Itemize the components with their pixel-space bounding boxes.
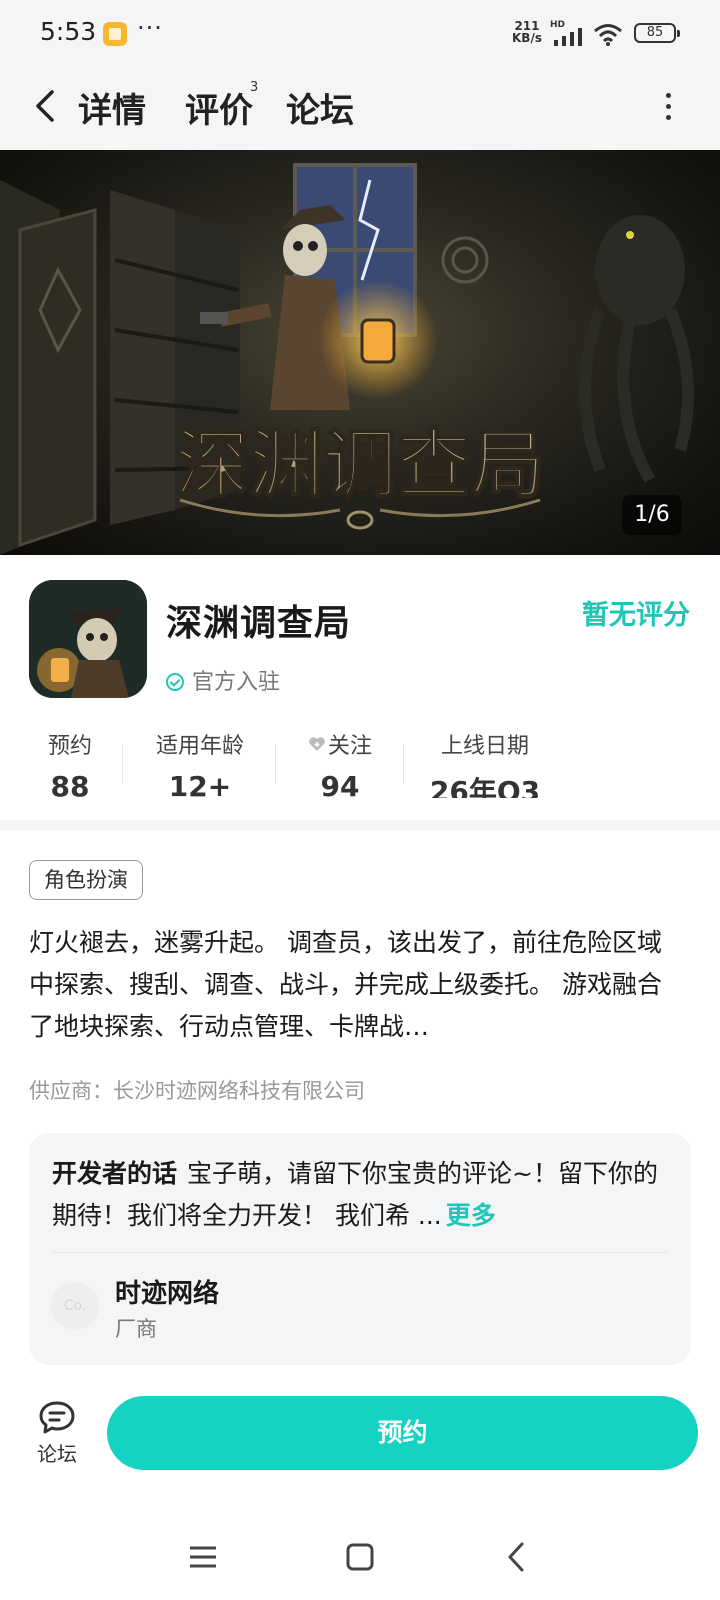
rating-status: 暂无评分 [582,600,690,631]
menu-icon[interactable] [186,1540,220,1574]
verified-label: 官方入驻 [192,670,281,695]
stat-label: 适用年龄 [155,734,244,759]
developer-message-label: 开发者的话 [52,1159,178,1188]
tab-details-label: 详情 [78,91,146,131]
stat-value: 26年Q3 [429,775,541,798]
game-stats: 预约 88 适用年龄 12+ 关注 94 上线日期 26年Q3 [0,728,720,798]
reviews-count-badge: 3 [250,80,259,95]
banner-artwork: 深渊调查局 [0,163,694,555]
stat-followers: 关注 94 [300,728,380,798]
signal-icon [554,28,582,46]
developer-card[interactable]: 开发者的话 宝子萌，请留下你宝贵的评论~！留下你的期待！我们将全力开发！ 我们希 … [29,1133,691,1365]
stat-value: 12+ [168,770,232,798]
section-divider [0,820,720,830]
top-nav: 详情 评价 3 论坛 [0,66,720,150]
status-bar: 5:53 ··· 211 KB/s HD 85 [0,0,720,66]
more-link[interactable]: 更多 [446,1201,496,1230]
developer-avatar[interactable]: Co. [51,1282,99,1330]
genre-tag[interactable]: 角色扮演 [29,860,143,900]
check-circle-icon [166,673,184,691]
banner-page-counter: 1/6 [622,495,682,535]
game-title: 深渊调查局 [166,603,352,644]
stat-label: 预约 [47,734,92,759]
forum-button[interactable]: 论坛 [30,1400,84,1472]
back-arrow-icon[interactable] [28,86,64,126]
stat-label: 上线日期 [440,734,529,759]
developer-name[interactable]: 时迹网络 [115,1273,219,1310]
stat-release-date: 上线日期 26年Q3 [425,728,545,798]
system-nav-bar [0,1520,720,1590]
stat-value: 94 [320,770,360,798]
network-speed: 211 KB/s [512,20,542,44]
more-options-icon[interactable] [658,88,678,128]
battery-icon: 85 [634,23,680,43]
back-triangle-icon[interactable] [500,1540,534,1574]
card-divider [52,1252,668,1253]
tab-forum[interactable]: 论坛 [286,83,354,132]
game-description[interactable]: 灯火褪去，迷雾升起。 调查员，该出发了，前往危险区域中探索、搜刮、调查、战斗，并… [29,922,674,1048]
game-icon-artwork [29,580,147,698]
wifi-icon [594,24,622,46]
chat-bubble-icon [39,1401,75,1434]
developer-role: 厂商 [115,1317,157,1341]
stat-divider [122,744,123,784]
notification-more-dots: ··· [137,14,163,42]
supplier-info: 供应商：长沙时迹网络科技有限公司 [29,1079,365,1103]
notification-app-icon [103,22,127,46]
stat-label: 关注 [300,728,380,760]
stat-reservations: 预约 88 [40,728,100,798]
tab-details[interactable]: 详情 [75,83,149,132]
stat-divider [403,744,404,784]
developer-message: 开发者的话 宝子萌，请留下你宝贵的评论~！留下你的期待！我们将全力开发！ 我们希 … [52,1153,672,1237]
banner-title-art: 深渊调查局 [175,422,545,508]
forum-label: 论坛 [37,1442,77,1466]
reserve-button[interactable]: 预约 [107,1396,698,1470]
status-time: 5:53 [40,17,97,46]
battery-level: 85 [646,25,664,40]
home-square-icon[interactable] [343,1540,377,1574]
banner-carousel[interactable]: 深渊调查局 1/6 [0,150,720,555]
stat-divider [275,744,276,784]
network-speed-unit: KB/s [512,31,542,45]
game-app-icon[interactable] [29,580,147,698]
stat-label-text: 关注 [327,734,372,759]
tab-reviews[interactable]: 评价 [185,83,253,132]
stat-value: 88 [50,770,90,798]
heart-plus-icon [309,737,325,751]
stat-age-rating: 适用年龄 12+ [145,728,255,798]
official-verified-badge: 官方入驻 [166,664,280,696]
